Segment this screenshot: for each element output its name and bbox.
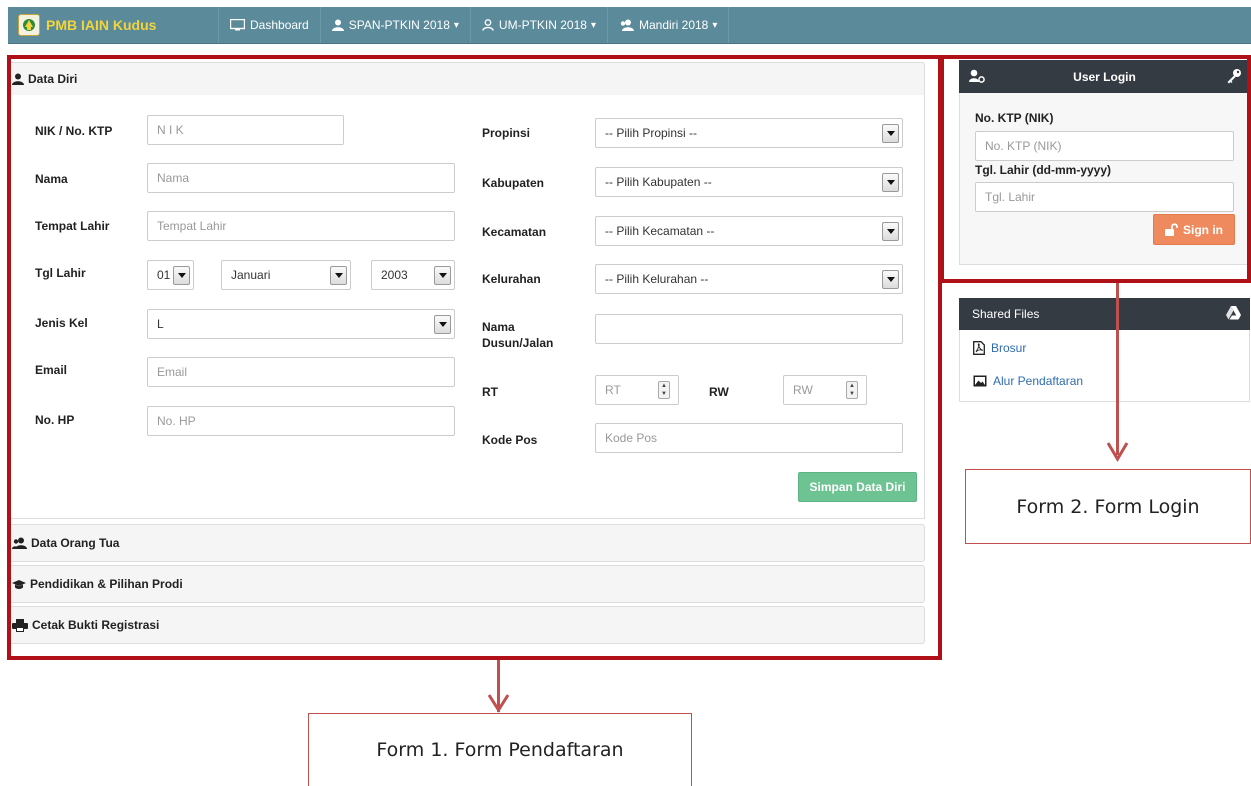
monitor-icon [230, 19, 245, 31]
nav-um-ptkin-label: UM-PTKIN 2018 [498, 18, 587, 32]
nav-dashboard[interactable]: Dashboard [218, 7, 320, 43]
image-file-icon [973, 375, 987, 387]
file-link-brosur[interactable]: Brosur [973, 341, 1026, 355]
nav-um-ptkin[interactable]: UM-PTKIN 2018 ▾ [469, 7, 607, 43]
callout-form-login: Form 2. Form Login [965, 469, 1251, 544]
arrow-line-form2 [1116, 283, 1119, 455]
nav-span-ptkin[interactable]: SPAN-PTKIN 2018 ▾ [319, 7, 470, 43]
shared-files-header: Shared Files [959, 298, 1250, 330]
user-outline-icon [482, 19, 494, 31]
file-link-alur-pendaftaran[interactable]: Alur Pendaftaran [973, 374, 1083, 388]
chevron-down-icon: ▾ [453, 19, 459, 31]
nav-span-ptkin-label: SPAN-PTKIN 2018 [348, 18, 450, 32]
nav-mandiri[interactable]: Mandiri 2018 ▾ [606, 7, 730, 43]
top-navbar: PMB IAIN Kudus Dashboard SPAN-PTKIN 2018… [8, 7, 1251, 44]
nav-dashboard-label: Dashboard [250, 18, 309, 32]
brand-title: PMB IAIN Kudus [46, 17, 157, 33]
shared-files-title: Shared Files [972, 307, 1040, 321]
file-brosur-label: Brosur [991, 341, 1027, 355]
user-icon [331, 19, 344, 31]
chevron-down-icon: ▾ [712, 19, 718, 31]
chevron-down-icon: ▾ [590, 19, 596, 31]
university-logo-icon [18, 14, 40, 36]
pdf-file-icon [973, 341, 985, 355]
callout-form-pendaftaran: Form 1. Form Pendaftaran [308, 713, 692, 786]
form-pendaftaran-highlight [7, 55, 942, 660]
google-drive-icon [1226, 306, 1241, 323]
brand[interactable]: PMB IAIN Kudus [8, 7, 218, 43]
users-icon [619, 19, 634, 31]
arrow-down-icon [487, 694, 510, 713]
form-login-highlight [940, 55, 1251, 283]
file-alur-label: Alur Pendaftaran [993, 374, 1084, 388]
nav-mandiri-label: Mandiri 2018 [638, 18, 709, 32]
arrow-down-icon [1106, 442, 1129, 462]
